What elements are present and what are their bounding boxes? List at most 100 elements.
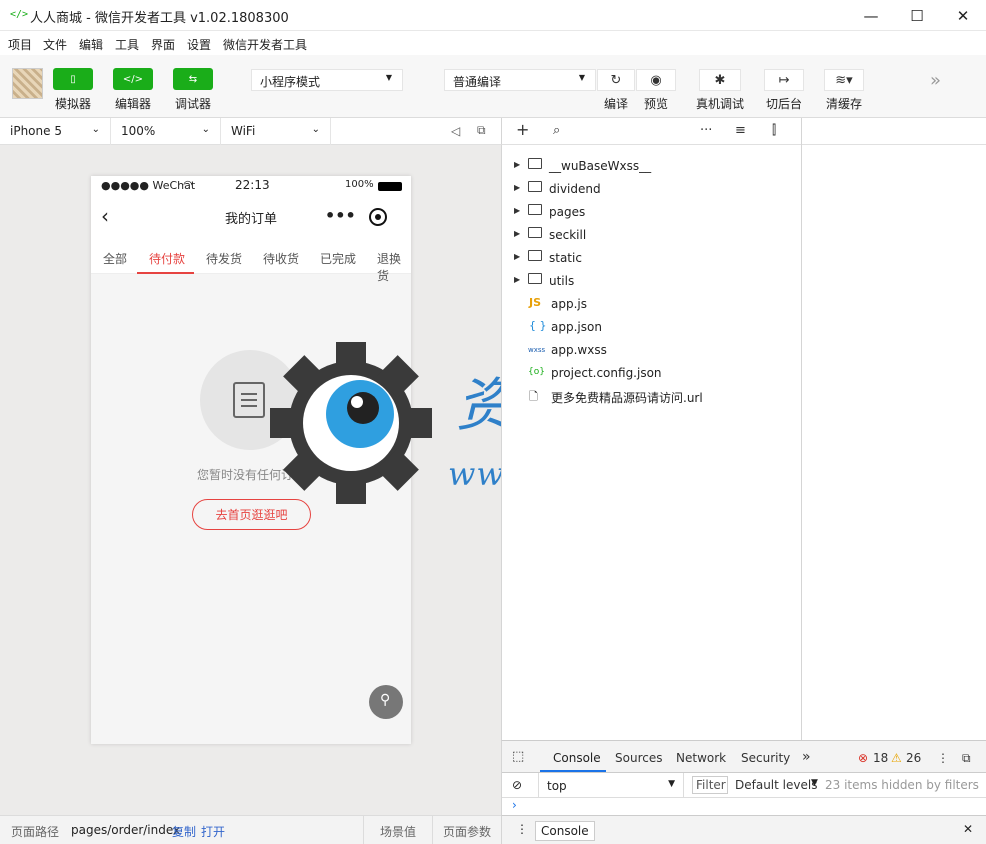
more-tabs-button[interactable]: » xyxy=(802,749,811,765)
file-row-utils[interactable]: ▶ utils xyxy=(502,270,802,293)
clear-console-icon[interactable]: ⊘ xyxy=(512,778,522,792)
menu-settings[interactable]: 设置 xyxy=(187,36,211,53)
menu-tools[interactable]: 工具 xyxy=(115,36,139,53)
code-icon: </> xyxy=(122,73,144,85)
mute-icon[interactable]: ◁ xyxy=(451,124,460,138)
file-row-wubasewxss[interactable]: ▶ __wuBaseWxss__ xyxy=(502,155,802,178)
clear-cache-label: 清缓存 xyxy=(825,97,862,111)
menu-edit[interactable]: 编辑 xyxy=(79,36,103,53)
wxss-file-icon: wxss xyxy=(528,346,546,354)
tab-all[interactable]: 全部 xyxy=(103,250,127,267)
menu-wechat-devtools[interactable]: 微信开发者工具 xyxy=(223,36,307,53)
console-filter-input[interactable]: Filter xyxy=(692,776,728,794)
file-row-app-wxss[interactable]: wxss app.wxss xyxy=(502,339,802,362)
remote-debug-button[interactable]: ✱ xyxy=(699,69,741,91)
file-row-app-json[interactable]: { } app.json xyxy=(502,316,802,339)
file-name: pages xyxy=(549,205,586,219)
file-row-seckill[interactable]: ▶ seckill xyxy=(502,224,802,247)
capsule-close-icon[interactable] xyxy=(369,208,387,226)
toolbar-more-button[interactable]: » xyxy=(930,70,941,91)
page-title: 我的订单 xyxy=(224,212,277,227)
mode-select[interactable]: 小程序模式 ▼ xyxy=(251,69,403,91)
tab-console[interactable]: Console xyxy=(553,751,601,765)
console-input[interactable]: › xyxy=(502,798,986,816)
drawer-menu-icon[interactable]: ⋮ xyxy=(516,822,528,836)
carrier-text: ●●●●● WeChat xyxy=(101,179,196,192)
battery-text: 100% xyxy=(345,179,374,190)
title-bar: </> 人人商城 - 微信开发者工具 v1.02.1808300 — ☐ ✕ xyxy=(0,0,986,31)
expand-arrow-icon: ▶ xyxy=(514,252,521,261)
debugger-toggle-button[interactable]: ⇆ xyxy=(173,68,213,90)
code-editor-pane xyxy=(801,118,986,740)
tab-pending-receipt[interactable]: 待收货 xyxy=(263,250,299,267)
inspect-element-icon[interactable]: ⬚ xyxy=(512,749,524,764)
editor-toggle-button[interactable]: </> xyxy=(113,68,153,90)
menu-interface[interactable]: 界面 xyxy=(151,36,175,53)
folder-icon xyxy=(528,181,542,195)
simulator-toggle-button[interactable]: ▯ xyxy=(53,68,93,90)
tab-security[interactable]: Security xyxy=(741,751,790,765)
file-row-url[interactable]: 🗋 更多免费精品源码请访问.url xyxy=(502,385,802,408)
compile-select[interactable]: 普通编译 ▼ xyxy=(444,69,596,91)
layers-icon: ≋▾ xyxy=(835,72,853,88)
page-params-button[interactable]: 页面参数 xyxy=(443,823,491,840)
collapse-icon[interactable]: ≡ xyxy=(735,123,746,138)
tab-pending-shipment[interactable]: 待发货 xyxy=(206,250,242,267)
zoom-select[interactable]: 100% ⌄ xyxy=(111,118,221,145)
close-button[interactable]: ✕ xyxy=(940,0,986,31)
debugger-label: 调试器 xyxy=(174,97,211,111)
clear-cache-button[interactable]: ≋▾ xyxy=(824,69,864,91)
warning-count[interactable]: 26 xyxy=(906,751,921,765)
hidden-items-text: 23 items hidden by filters xyxy=(825,778,979,792)
tab-completed[interactable]: 已完成 xyxy=(320,250,356,267)
warning-icon: ⚠ xyxy=(891,751,902,765)
user-avatar[interactable] xyxy=(12,68,43,99)
close-drawer-icon[interactable]: ✕ xyxy=(963,822,973,836)
kebab-menu-icon[interactable]: ⋮ xyxy=(937,751,949,765)
minimize-button[interactable]: — xyxy=(848,0,894,31)
file-row-project-config[interactable]: {o} project.config.json xyxy=(502,362,802,385)
toggle-panel-icon[interactable]: ⫿ xyxy=(772,123,776,138)
network-select-value: WiFi xyxy=(231,124,256,138)
file-row-static[interactable]: ▶ static xyxy=(502,247,802,270)
file-row-pages[interactable]: ▶ pages xyxy=(502,201,802,224)
menu-file[interactable]: 文件 xyxy=(43,36,67,53)
detach-window-icon[interactable]: ⧉ xyxy=(477,123,486,138)
context-select[interactable]: top ▼ xyxy=(538,773,684,798)
copy-path-link[interactable]: 复制 xyxy=(172,823,196,840)
file-row-dividend[interactable]: ▶ dividend xyxy=(502,178,802,201)
menu-project[interactable]: 项目 xyxy=(8,36,32,53)
log-levels-select[interactable]: Default levels xyxy=(735,778,817,792)
expand-arrow-icon: ▶ xyxy=(514,229,521,238)
menu-dots-icon[interactable]: ••• xyxy=(325,206,356,225)
compile-select-value: 普通编译 xyxy=(453,75,502,89)
tab-pending-payment[interactable]: 待付款 xyxy=(149,250,185,267)
open-path-link[interactable]: 打开 xyxy=(201,823,225,840)
expand-arrow-icon: ▶ xyxy=(514,206,521,215)
drawer-console-tab[interactable]: Console xyxy=(535,821,595,841)
chevron-down-icon: ⌄ xyxy=(311,124,320,135)
device-select-value: iPhone 5 xyxy=(10,124,62,138)
device-select[interactable]: iPhone 5 ⌄ xyxy=(0,118,111,145)
background-button[interactable]: ↦ xyxy=(764,69,804,91)
error-count[interactable]: 18 xyxy=(873,751,888,765)
file-row-app-js[interactable]: JS app.js xyxy=(502,293,802,316)
console-prompt: › xyxy=(512,798,517,812)
expand-arrow-icon: ▶ xyxy=(514,183,521,192)
caret-down-icon: ▼ xyxy=(811,778,818,788)
search-icon[interactable]: ⌕ xyxy=(553,123,560,138)
file-tree-header: + ⌕ ··· ≡ ⫿ xyxy=(501,118,801,145)
tab-returns[interactable]: 退换货 xyxy=(377,250,411,284)
dock-icon[interactable]: ⧉ xyxy=(962,751,971,766)
more-options-icon[interactable]: ··· xyxy=(700,123,712,138)
network-select[interactable]: WiFi ⌄ xyxy=(221,118,331,145)
tab-network[interactable]: Network xyxy=(676,751,726,765)
scene-value-button[interactable]: 场景值 xyxy=(380,823,416,840)
floating-user-button[interactable]: ⚲ xyxy=(369,685,403,719)
window-title: 人人商城 - 微信开发者工具 v1.02.1808300 xyxy=(30,11,289,26)
compile-button[interactable]: ↻ xyxy=(597,69,635,91)
add-file-icon[interactable]: + xyxy=(516,120,529,139)
maximize-button[interactable]: ☐ xyxy=(894,0,940,31)
preview-button[interactable]: ◉ xyxy=(636,69,676,91)
tab-sources[interactable]: Sources xyxy=(615,751,662,765)
